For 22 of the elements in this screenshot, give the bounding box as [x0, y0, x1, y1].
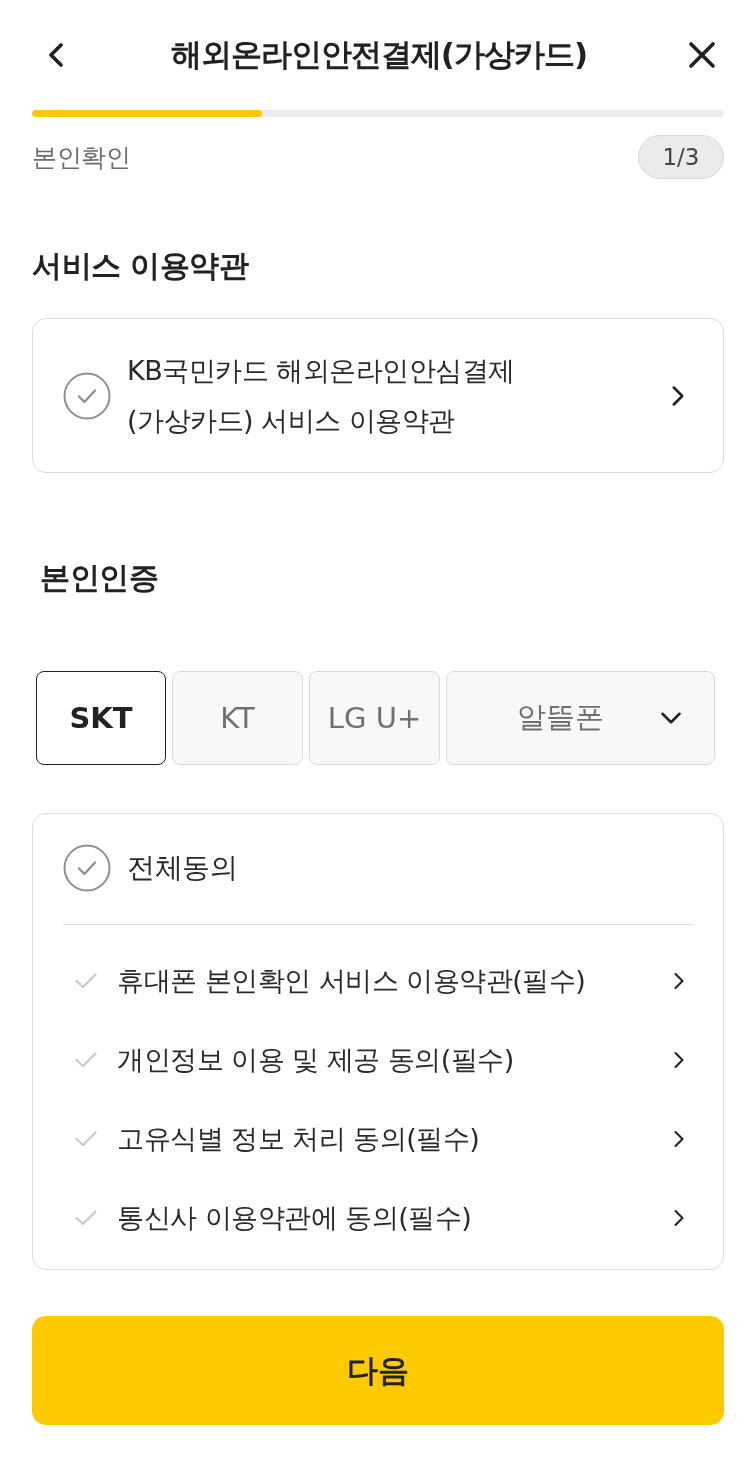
agreement-label: 휴대폰 본인확인 서비스 이용약관(필수)	[117, 963, 586, 998]
carrier-tab[interactable]: KT	[172, 671, 303, 765]
carrier-tab[interactable]: SKT	[36, 671, 166, 765]
check-icon[interactable]	[75, 1130, 97, 1147]
terms-label: KB국민카드 해외온라인안심결제 (가상카드) 서비스 이용약관	[127, 353, 516, 438]
next-button[interactable]: 다음	[32, 1316, 724, 1425]
check-icon[interactable]	[75, 1209, 97, 1226]
check-icon[interactable]	[75, 972, 97, 989]
step-label: 본인확인	[32, 141, 130, 174]
agreement-label: 통신사 이용약관에 동의(필수)	[117, 1200, 472, 1235]
section-heading: 서비스 이용약관	[32, 248, 250, 284]
carrier-tab[interactable]: LG U+	[309, 671, 440, 765]
agreement-label: 고유식별 정보 처리 동의(필수)	[117, 1121, 480, 1156]
section-heading: 본인인증	[40, 560, 159, 596]
check-circle-icon[interactable]	[63, 371, 111, 420]
agree-all-label: 전체동의	[127, 850, 237, 886]
agreement-label: 개인정보 이용 및 제공 동의(필수)	[117, 1042, 514, 1077]
step-counter: 1/3	[638, 135, 724, 179]
page-title: 해외온라인안전결제(가상카드)	[170, 35, 588, 74]
check-circle-icon[interactable]	[63, 844, 111, 892]
carrier-dropdown[interactable]: 알뜰폰	[446, 671, 715, 765]
check-icon[interactable]	[75, 1051, 97, 1068]
